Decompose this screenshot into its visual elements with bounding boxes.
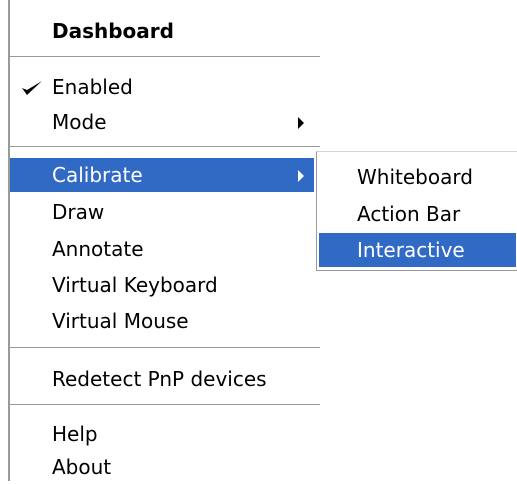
menu-separator <box>10 404 320 406</box>
menu-item-label: Calibrate <box>52 163 143 187</box>
submenu-item-label: Interactive <box>357 238 465 262</box>
menu-item-label: Annotate <box>52 237 144 261</box>
menu-item-label: Mode <box>52 110 107 134</box>
menu-item-annotate[interactable]: Annotate <box>10 232 314 266</box>
submenu-item-label: Whiteboard <box>357 165 473 189</box>
submenu-item-interactive[interactable]: Interactive <box>319 233 516 267</box>
menu-item-redetect-pnp-devices[interactable]: Redetect PnP devices <box>10 362 314 396</box>
submenu-item-label: Action Bar <box>357 202 461 226</box>
menu-separator <box>10 347 320 349</box>
check-icon <box>22 81 42 95</box>
menu-item-calibrate[interactable]: Calibrate <box>10 158 314 192</box>
menu-item-help[interactable]: Help <box>10 417 314 451</box>
menu-item-mode[interactable]: Mode <box>10 105 314 139</box>
menu-title-label: Dashboard <box>52 19 174 43</box>
context-menu: Dashboard Enabled Mode Calibrate Draw An… <box>0 0 326 481</box>
calibrate-submenu: Whiteboard Action Bar Interactive <box>316 151 517 271</box>
chevron-right-icon <box>298 170 304 182</box>
menu-item-virtual-mouse[interactable]: Virtual Mouse <box>10 304 314 338</box>
menu-item-about[interactable]: About <box>10 450 314 484</box>
submenu-item-whiteboard[interactable]: Whiteboard <box>319 160 516 194</box>
menu-title-dashboard[interactable]: Dashboard <box>10 14 314 48</box>
menu-item-label: Help <box>52 422 98 446</box>
menu-item-label: About <box>52 455 112 479</box>
menu-item-label: Enabled <box>52 75 133 99</box>
menu-separator <box>10 146 320 148</box>
menu-item-enabled[interactable]: Enabled <box>10 70 314 104</box>
menu-item-label: Virtual Keyboard <box>52 273 218 297</box>
menu-item-label: Draw <box>52 200 105 224</box>
menu-item-virtual-keyboard[interactable]: Virtual Keyboard <box>10 268 314 302</box>
menu-item-label: Redetect PnP devices <box>52 367 267 391</box>
menu-item-label: Virtual Mouse <box>52 309 189 333</box>
submenu-item-action-bar[interactable]: Action Bar <box>319 197 516 231</box>
menu-item-draw[interactable]: Draw <box>10 195 314 229</box>
chevron-right-icon <box>298 117 304 129</box>
menu-separator <box>10 56 320 58</box>
